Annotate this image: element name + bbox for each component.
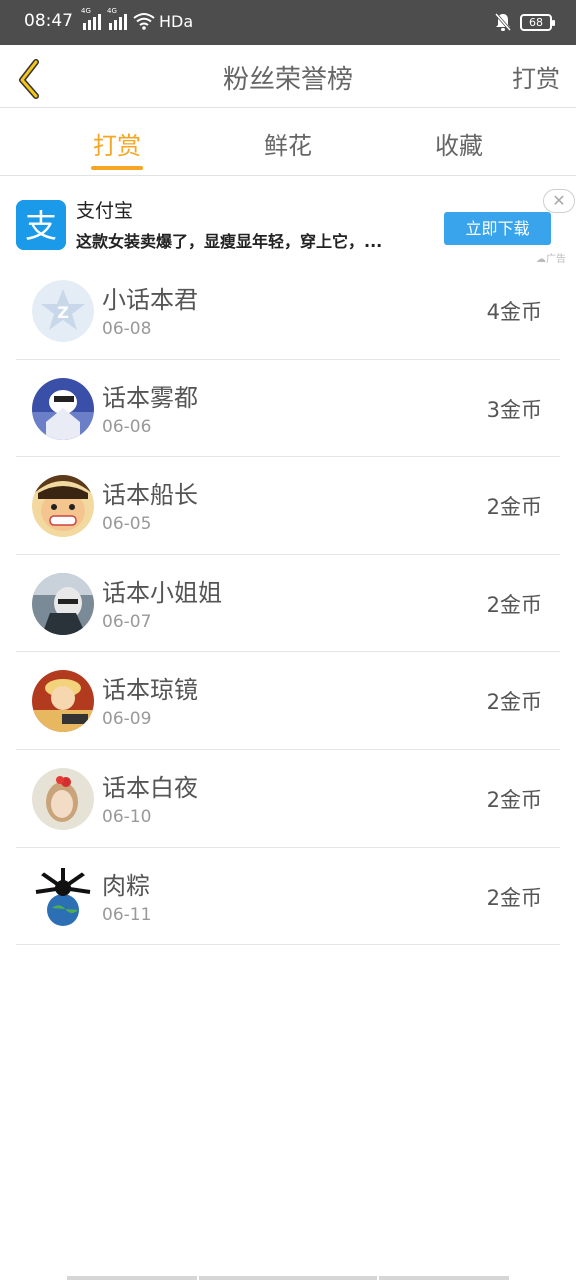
tab-flowers[interactable]: 鲜花 <box>228 126 348 161</box>
status-bar: 08:47 4G 4G HDa 68 <box>0 0 576 45</box>
ad-title: 支付宝 <box>76 200 134 222</box>
cell-signal-icon: 4G <box>81 8 101 30</box>
list-item[interactable]: 话本雾都 06-06 3金币 <box>16 360 560 458</box>
download-button[interactable]: 立即下载 <box>444 212 551 245</box>
status-time: 08:47 <box>24 11 73 31</box>
fan-date: 06-08 <box>102 319 152 339</box>
tab-reward[interactable]: 打赏 <box>57 126 177 161</box>
fan-coins: 4金币 <box>486 300 542 324</box>
list-item[interactable]: 话本船长 06-05 2金币 <box>16 457 560 555</box>
nav-gesture-bar <box>379 1276 509 1280</box>
fan-name: 话本船长 <box>102 481 198 510</box>
fan-name: 小话本君 <box>102 286 198 314</box>
fan-date: 06-07 <box>102 611 152 632</box>
ad-banner[interactable]: 支 支付宝 这款女装卖爆了，显瘦显年轻，穿上它，... 立即下载 ✕ ☁广告 <box>0 176 576 268</box>
fan-name: 肉粽 <box>102 871 150 900</box>
fan-name: 话本琼镜 <box>102 676 198 705</box>
hd-indicator: HDa <box>159 11 194 31</box>
avatar <box>32 767 94 830</box>
fan-coins: 2金币 <box>486 787 542 812</box>
list-item[interactable]: 话本琼镜 06-09 2金币 <box>16 652 560 750</box>
fan-name: 话本小姐姐 <box>102 578 222 607</box>
svg-text:支: 支 <box>25 207 57 245</box>
fan-coins: 2金币 <box>486 885 542 910</box>
close-icon[interactable]: ✕ <box>543 189 575 213</box>
fan-name: 话本雾都 <box>102 383 198 412</box>
nav-gesture-bar <box>67 1276 197 1280</box>
fan-coins: 2金币 <box>486 592 542 617</box>
avatar <box>32 475 94 538</box>
list-item[interactable]: 肉粽 06-11 2金币 <box>16 848 560 946</box>
fan-coins: 3金币 <box>486 397 542 422</box>
fan-date: 06-05 <box>102 514 152 535</box>
avatar <box>32 377 94 440</box>
tab-bar: 打赏 鲜花 收藏 <box>0 108 576 176</box>
active-tab-indicator <box>91 166 143 170</box>
fan-date: 06-11 <box>102 904 152 925</box>
reward-button[interactable]: 打赏 <box>512 59 560 94</box>
battery-level: 68 <box>529 15 543 29</box>
list-item[interactable]: 话本白夜 06-10 2金币 <box>16 750 560 848</box>
fan-coins: 2金币 <box>486 495 542 520</box>
wifi-icon <box>133 13 155 30</box>
alipay-logo-icon: 支 <box>16 200 66 250</box>
page-title: 粉丝荣誉榜 <box>222 65 353 95</box>
fan-coins: 2金币 <box>486 690 542 715</box>
battery-icon: 68 <box>520 13 555 31</box>
cell-signal-icon: 4G <box>107 8 127 30</box>
nav-bar: 粉丝荣誉榜 打赏 <box>0 45 576 108</box>
fan-list: Z 小话本君 06-08 4金币 话本雾都 06-06 3金币 话本船长 06-… <box>16 262 560 946</box>
list-item[interactable]: 话本小姐姐 06-07 2金币 <box>16 555 560 653</box>
nav-gesture-bar <box>199 1276 377 1280</box>
list-item[interactable]: Z 小话本君 06-08 4金币 <box>16 262 560 360</box>
fan-date: 06-06 <box>102 416 152 437</box>
notification-off-icon <box>494 13 512 31</box>
svg-text:Z: Z <box>57 303 69 322</box>
avatar <box>32 670 94 733</box>
fan-date: 06-10 <box>102 806 152 827</box>
fan-date: 06-09 <box>102 709 152 730</box>
avatar <box>32 865 94 928</box>
avatar: Z <box>32 280 94 342</box>
tab-collect[interactable]: 收藏 <box>399 126 519 161</box>
ad-description: 这款女装卖爆了，显瘦显年轻，穿上它，... <box>76 232 383 251</box>
avatar <box>32 572 94 635</box>
fan-name: 话本白夜 <box>102 773 198 802</box>
